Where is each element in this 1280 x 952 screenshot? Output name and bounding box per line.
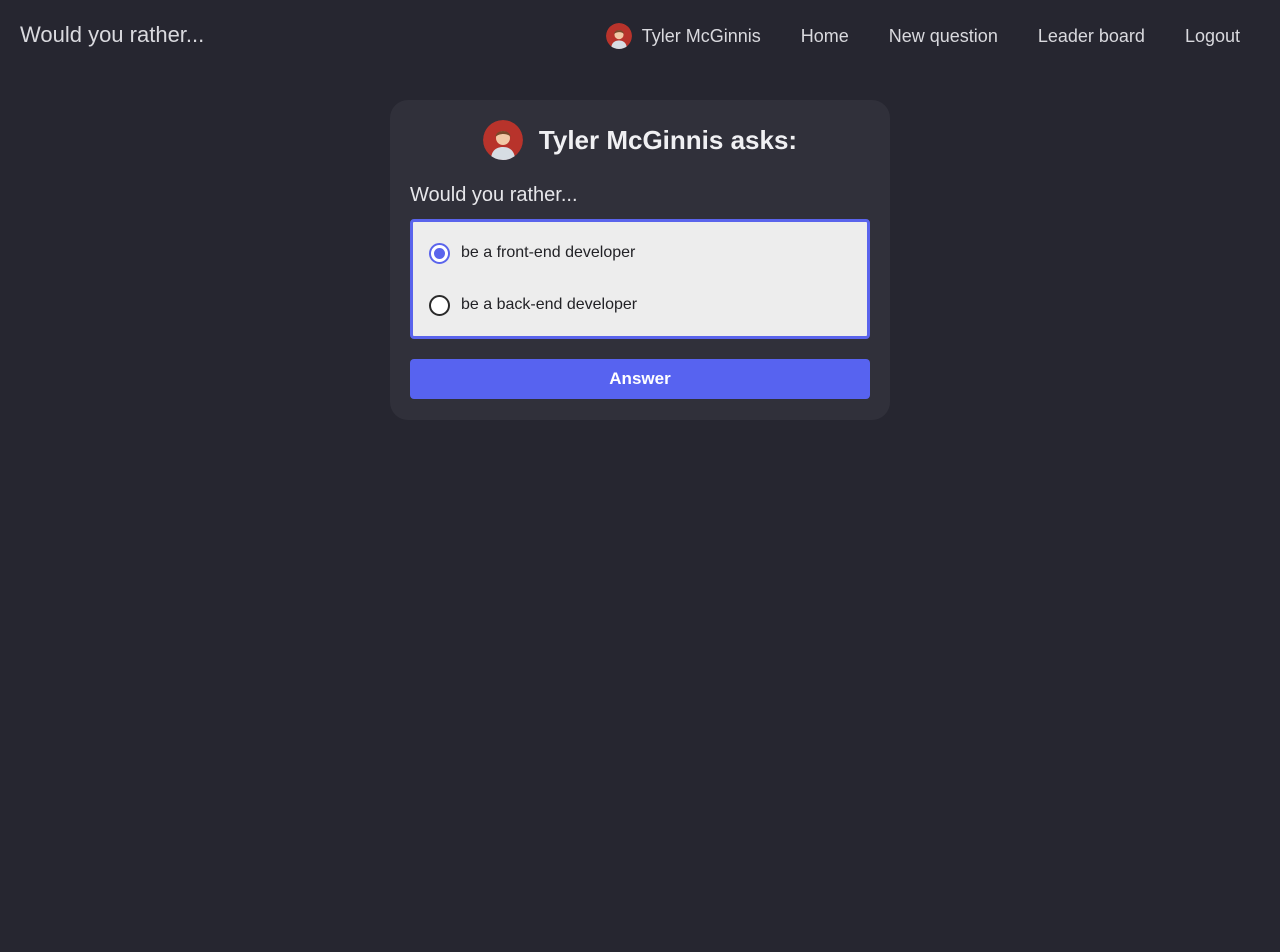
- poll-option-label: be a front-end developer: [461, 244, 636, 261]
- navbar: Would you rather... Tyler McGinnis Home …: [0, 0, 1280, 72]
- author-avatar-icon: [482, 120, 523, 160]
- answer-button[interactable]: Answer: [410, 359, 870, 399]
- radio-button-unchecked[interactable]: [429, 294, 450, 316]
- poll-option-2[interactable]: be a back-end developer: [429, 292, 851, 318]
- poll-option-1[interactable]: be a front-end developer: [429, 240, 851, 266]
- poll-author-heading: Tyler McGinnis asks:: [538, 124, 798, 155]
- nav-menu: Tyler McGinnis Home New question Leader …: [605, 22, 1240, 50]
- nav-link-home[interactable]: Home: [801, 26, 849, 47]
- nav-link-leader-board[interactable]: Leader board: [1038, 26, 1145, 47]
- current-user-name: Tyler McGinnis: [641, 25, 761, 46]
- app-title[interactable]: Would you rather...: [20, 22, 204, 48]
- poll-question: Would you rather...: [410, 184, 578, 206]
- user-avatar-icon: [605, 23, 632, 49]
- poll-options: be a front-end developer be a back-end d…: [410, 219, 870, 339]
- nav-link-logout[interactable]: Logout: [1185, 26, 1240, 47]
- nav-link-new-question[interactable]: New question: [889, 26, 998, 47]
- poll-card: Tyler McGinnis asks: Would you rather...…: [390, 100, 890, 420]
- current-user: Tyler McGinnis: [605, 23, 761, 49]
- radio-button-checked[interactable]: [429, 242, 450, 264]
- poll-option-label: be a back-end developer: [461, 296, 638, 313]
- poll-header: Tyler McGinnis asks:: [410, 120, 870, 160]
